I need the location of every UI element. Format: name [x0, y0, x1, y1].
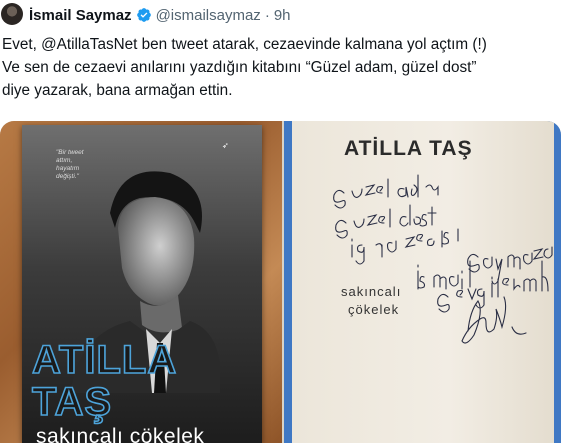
book-cover: "Bir tweet attım, hayatım değişti." ➶ AT…	[22, 125, 262, 443]
tweet-text-line: Ve sen de cezaevi anılarını yazdığın kit…	[2, 59, 477, 76]
tweet-text: Evet, @AtillaTasNet ben tweet atarak, ce…	[2, 33, 557, 102]
handwritten-dedication	[333, 174, 553, 344]
verified-badge-icon	[136, 7, 152, 23]
cover-quote: "Bir tweet attım, hayatım değişti."	[56, 149, 84, 180]
tweet-text-line: diye yazarak, bana armağan ettin.	[2, 82, 233, 99]
separator-dot: ·	[264, 6, 270, 24]
photo-book-cover[interactable]: "Bir tweet attım, hayatım değişti." ➶ AT…	[0, 121, 282, 443]
publisher-logo-icon: ➶	[222, 141, 229, 150]
timestamp[interactable]: 9h	[274, 7, 291, 24]
photo-signed-page[interactable]: ATİLLA TAŞ sakıncalı çökelek	[284, 121, 561, 443]
cover-author: ATİLLA TAŞ	[31, 338, 176, 424]
avatar[interactable]	[1, 3, 23, 25]
author-name[interactable]: İsmail Saymaz	[29, 7, 132, 24]
tweet-header: İsmail Saymaz @ismailsaymaz · 9h	[29, 5, 291, 25]
tweet-text-line: Evet, @AtillaTasNet ben tweet atarak, ce…	[2, 36, 487, 53]
media-grid: "Bir tweet attım, hayatım değişti." ➶ AT…	[0, 121, 561, 443]
cover-title: sakıncalı çökelek	[36, 425, 205, 443]
author-handle[interactable]: @ismailsaymaz	[156, 7, 261, 24]
title-page: ATİLLA TAŞ sakıncalı çökelek	[292, 121, 554, 443]
